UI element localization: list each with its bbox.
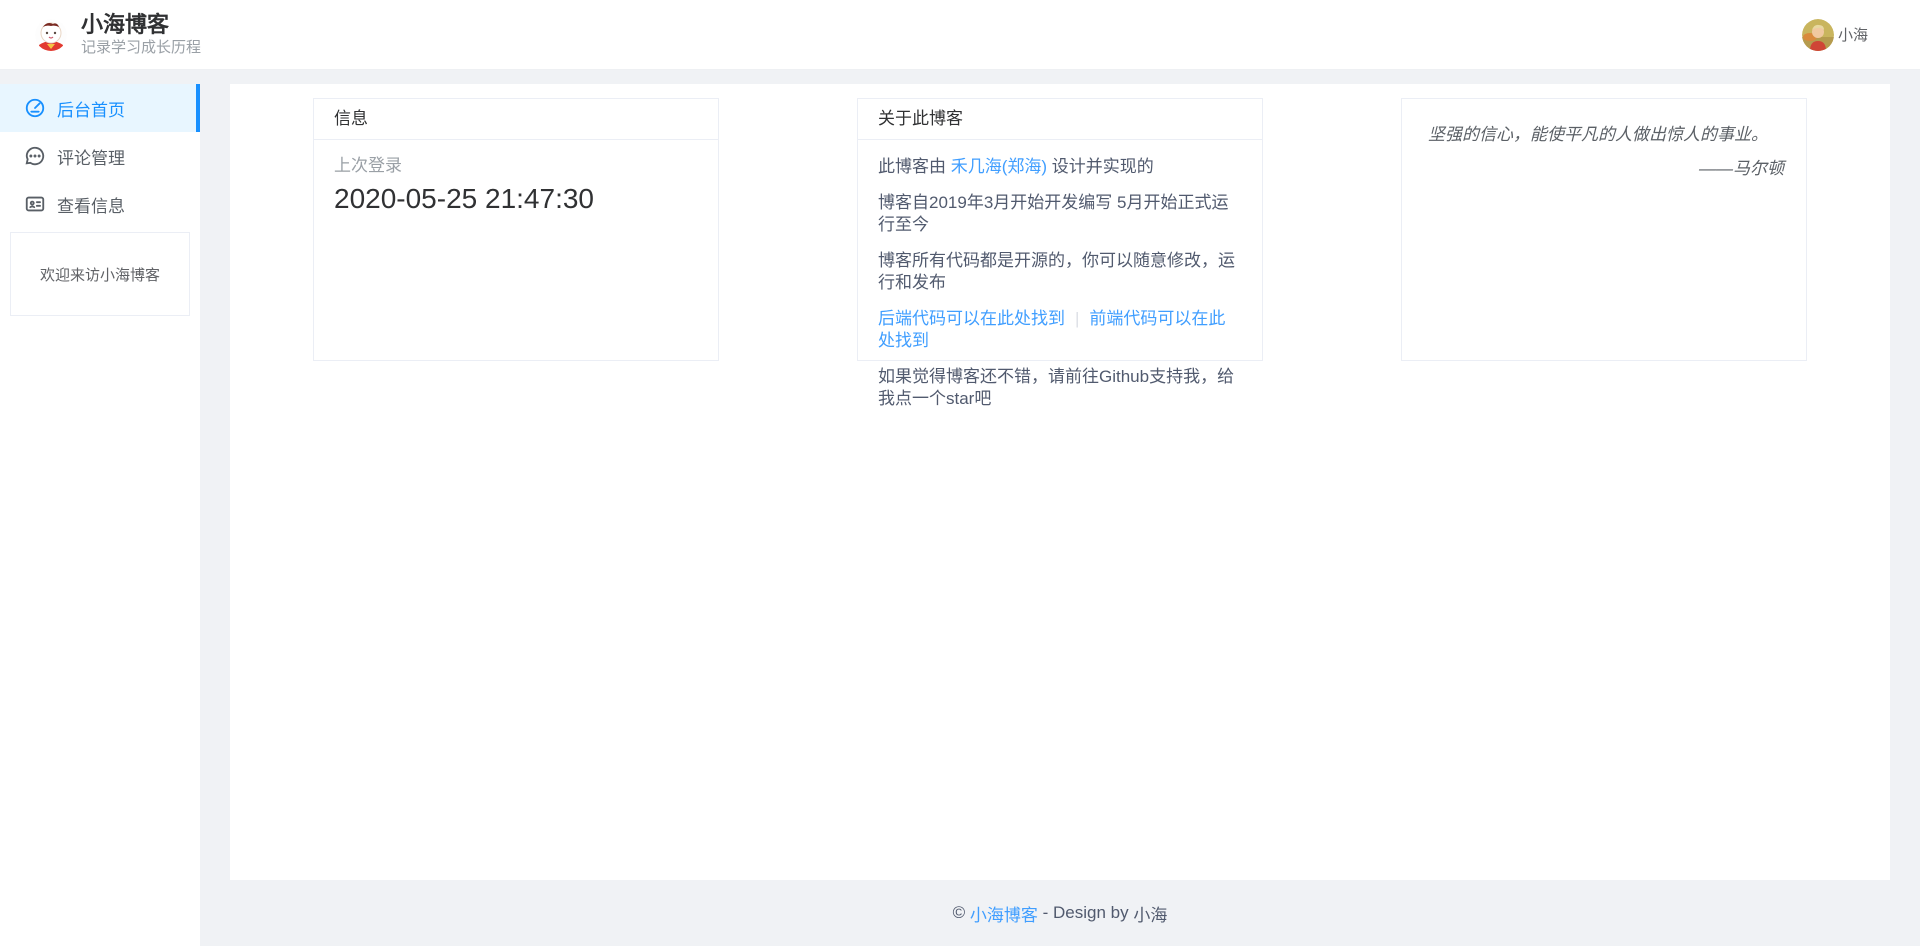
app-title: 小海博客 [81,13,201,37]
id-card-icon [24,193,46,215]
sidebar: 后台首页 评论管理 [0,84,200,946]
backend-code-link[interactable]: 后端代码可以在此处找到 [878,309,1065,328]
info-card-title: 信息 [314,99,718,140]
user-menu[interactable]: 小海 [1802,19,1868,51]
footer-author: 小海 [1133,901,1167,926]
footer: © 小海博客 - Design by 小海 [230,880,1890,946]
links-divider: | [1075,309,1079,328]
comment-icon [24,145,46,167]
sidebar-item-label: 评论管理 [57,144,125,169]
about-line-author: 此博客由 禾几海(郑海) 设计并实现的 [878,156,1242,178]
sidebar-item-label: 查看信息 [57,192,125,217]
cartoon-cat-logo-icon [35,19,67,51]
about-card-title: 关于此博客 [858,99,1262,140]
main-content: 信息 上次登录 2020-05-25 21:47:30 关于此博客 此博客由 禾… [230,84,1890,880]
sidebar-item-dashboard[interactable]: 后台首页 [0,84,200,132]
author-link[interactable]: 禾几海(郑海) [951,157,1047,176]
welcome-box: 欢迎来访小海博客 [10,232,190,316]
sidebar-item-comments[interactable]: 评论管理 [0,132,200,180]
info-card: 信息 上次登录 2020-05-25 21:47:30 [313,98,719,361]
user-avatar-icon [1802,19,1834,51]
app-subtitle: 记录学习成长历程 [81,39,201,57]
quote-card: 坚强的信心，能使平凡的人做出惊人的事业。 ——马尔顿 [1401,98,1807,361]
footer-site-link[interactable]: 小海博客 [970,901,1038,926]
last-login-label: 上次登录 [334,156,698,176]
user-avatar[interactable] [1802,19,1834,51]
about-line-star: 如果觉得博客还不错，请前往Github支持我，给我点一个star吧 [878,366,1242,410]
footer-copyright: © [953,903,970,923]
last-login-value: 2020-05-25 21:47:30 [334,182,698,216]
about-card: 关于此博客 此博客由 禾几海(郑海) 设计并实现的 博客自2019年3月开始开发… [857,98,1263,361]
quote-attribution: ——马尔顿 [1428,158,1784,180]
sidebar-item-view-info[interactable]: 查看信息 [0,180,200,228]
dashboard-icon [24,97,46,119]
about-line-opensource: 博客所有代码都是开源的，你可以随意修改，运行和发布 [878,250,1242,294]
about-line-code-links: 后端代码可以在此处找到|前端代码可以在此处找到 [878,308,1242,352]
about-line-history: 博客自2019年3月开始开发编写 5月开始正式运行至今 [878,192,1242,236]
welcome-text: 欢迎来访小海博客 [40,264,160,285]
sidebar-item-label: 后台首页 [57,96,125,121]
app-header: 小海博客 记录学习成长历程 小海 [0,0,1920,70]
user-name[interactable]: 小海 [1838,24,1868,45]
quote-text: 坚强的信心，能使平凡的人做出惊人的事业。 [1428,124,1784,146]
footer-design-by: - Design by [1038,903,1133,923]
brand: 小海博客 记录学习成长历程 [35,13,201,57]
blog-logo-avatar [35,19,67,51]
